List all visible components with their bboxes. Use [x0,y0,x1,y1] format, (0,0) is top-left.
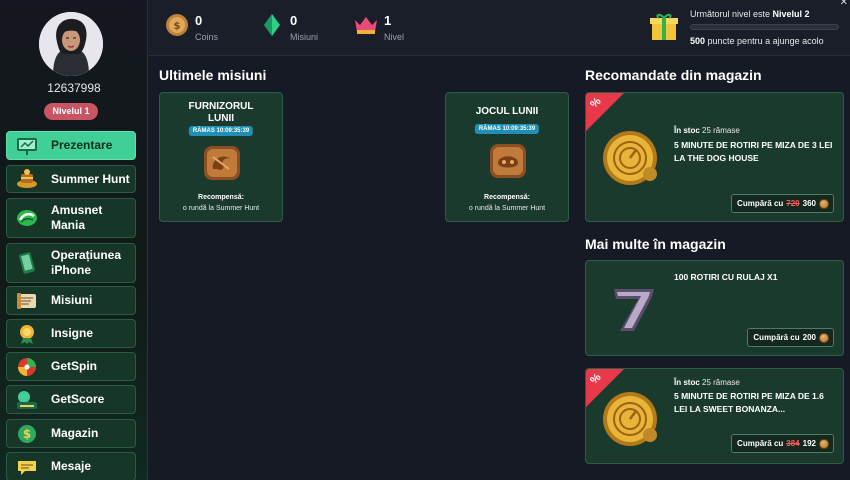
avatar[interactable] [39,12,103,76]
seven-symbol-image [602,277,666,341]
store-item-card[interactable]: % În stoc 25 rămase 5 MINUTE DE ROTIRI P… [585,368,844,464]
reward-label: Recompensă: [484,194,530,201]
messages-icon [15,456,39,478]
gold-coin-image [600,126,664,190]
buy-button[interactable]: Cumpără cu 200 [747,328,834,347]
coins-label: Coins [195,32,219,42]
next-level-text: Următorul nivel este Nivelul 2 [690,9,810,19]
svg-text:$: $ [23,427,31,441]
stock-info: În stoc 25 rămase [674,378,740,387]
buy-button[interactable]: Cumpără cu 720 360 [731,194,834,213]
level-progress-bar [690,24,839,30]
sidebar-item-prezentare[interactable]: Prezentare [6,131,136,160]
mission-card[interactable]: FURNIZORUL LUNII RĂMAS 10:09:35:39 Recom… [159,92,283,222]
crown-icon [353,12,379,43]
store-item-card[interactable]: % În stoc 25 rămase 5 MINUTE DE ROTIRI P… [585,92,844,222]
top-bar: $ 0 Coins 0 Misiuni 1 Nivel Următorul ni… [149,0,850,56]
reward-text: o rundă la Summer Hunt [182,205,260,212]
coins-icon: $ [164,12,190,43]
sidebar: 12637998 Nivelul 1 Prezentare Summer Hun… [0,0,148,480]
store-item-name: 100 ROTIRI CU RULAJ X1 [674,272,778,282]
missions-label: Misiuni [290,32,319,42]
recommended-section-title: Recomandate din magazin [585,67,762,83]
presentation-icon [15,135,39,157]
wheel-icon [15,356,39,378]
sidebar-item-operatiunea-iphone[interactable]: Operațiunea iPhone [6,243,136,283]
score-icon [15,389,39,411]
buy-label: Cumpără cu [737,439,784,448]
sidebar-item-mesaje[interactable]: Mesaje [6,452,136,480]
svg-text:$: $ [174,21,181,32]
sidebar-item-label: GetSpin [51,359,98,373]
coins-value: 0 [195,13,203,28]
price: 192 [802,439,816,448]
sidebar-item-label: GetScore [51,392,105,406]
iphone-icon [15,252,39,274]
sidebar-item-label: Operațiunea iPhone [51,248,122,277]
sidebar-item-label: Amusnet Mania [51,203,103,232]
close-icon[interactable]: ✕ [840,0,848,8]
buy-label: Cumpără cu [753,333,800,342]
level-label: Nivel [384,32,405,42]
badge-icon [15,323,39,345]
store-icon: $ [15,423,39,445]
sidebar-item-getscore[interactable]: GetScore [6,385,136,414]
mission-card[interactable]: JOCUL LUNII RĂMAS 10:09:35:39 Recompensă… [445,92,569,222]
level-badge: Nivelul 1 [44,103,98,120]
reward-label: Recompensă: [198,194,244,201]
sidebar-item-summer-hunt[interactable]: Summer Hunt [6,165,136,193]
treasure-icon [15,168,39,190]
buy-label: Cumpără cu [737,199,784,208]
gold-coin-image [600,387,664,451]
sidebar-item-label: Insigne [51,326,94,340]
mission-game-icon [487,141,529,181]
sidebar-item-magazin[interactable]: $ Magazin [6,419,136,448]
sidebar-item-label: Summer Hunt [51,171,130,186]
store-item-name: 5 MINUTE DE ROTIRI PE MIZA DE 1.6 LEI LA… [674,391,824,414]
missions-section-title: Ultimele misiuni [159,67,267,83]
more-section-title: Mai multe în magazin [585,236,726,252]
mission-timer: RĂMAS 10:09:35:39 [188,126,254,136]
mission-title: JOCUL LUNII [475,106,539,117]
level-value: 1 [384,13,392,28]
points-needed-text: 500 puncte pentru a ajunge acolo [690,36,824,46]
coin-icon [819,198,829,209]
gift-icon [647,10,681,49]
sidebar-item-label: Mesaje [51,459,92,473]
store-item-card[interactable]: 100 ROTIRI CU RULAJ X1 Cumpără cu 200 [585,260,844,356]
amusnet-icon [15,207,39,229]
reward-text: o rundă la Summer Hunt [468,205,546,212]
missions-value: 0 [290,13,298,28]
mission-title: FURNIZORUL LUNII [188,101,254,124]
missions-icon [15,290,39,312]
coin-icon [819,438,829,449]
old-price: 720 [786,199,800,208]
sidebar-item-getspin[interactable]: GetSpin [6,352,136,381]
gem-icon [259,12,285,43]
stock-info: În stoc 25 rămase [674,126,740,135]
store-item-name: 5 MINUTE DE ROTIRI PE MIZA DE 3 LEI LA T… [674,140,833,163]
user-id: 12637998 [47,81,101,95]
sidebar-item-insigne[interactable]: Insigne [6,319,136,348]
sidebar-item-amusnet-mania[interactable]: Amusnet Mania [6,198,136,238]
sidebar-item-misiuni[interactable]: Misiuni [6,286,136,315]
price: 200 [802,333,816,342]
coin-icon [819,332,829,343]
price: 360 [802,199,816,208]
mission-timer: RĂMAS 10:09:35:39 [474,124,540,134]
old-price: 384 [786,439,800,448]
sidebar-item-label: Misiuni [51,293,93,307]
buy-button[interactable]: Cumpără cu 384 192 [731,434,834,453]
sidebar-item-label: Prezentare [51,138,113,152]
mission-provider-icon [201,143,243,183]
sidebar-item-label: Magazin [51,426,99,440]
